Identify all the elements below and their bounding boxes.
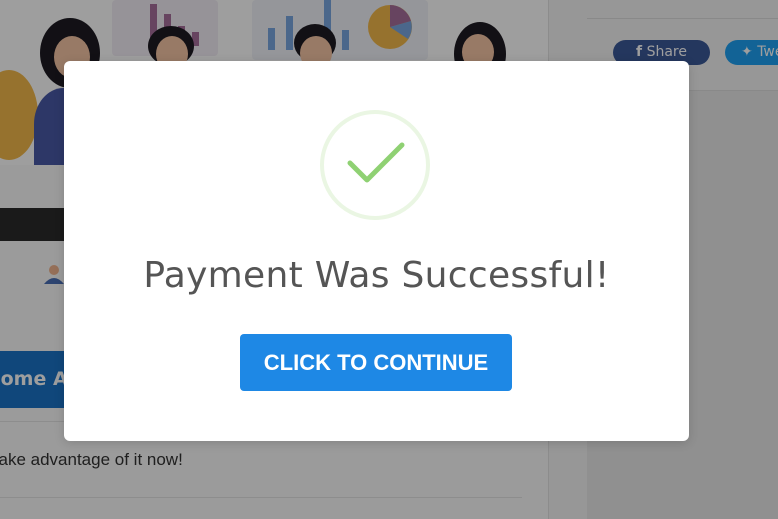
continue-button[interactable]: CLICK TO CONTINUE: [240, 334, 512, 391]
modal-title: Payment Was Successful!: [143, 255, 610, 296]
success-icon-ring: [320, 110, 430, 220]
payment-success-modal: Payment Was Successful! CLICK TO CONTINU…: [64, 61, 689, 441]
checkmark-icon: [347, 142, 405, 183]
